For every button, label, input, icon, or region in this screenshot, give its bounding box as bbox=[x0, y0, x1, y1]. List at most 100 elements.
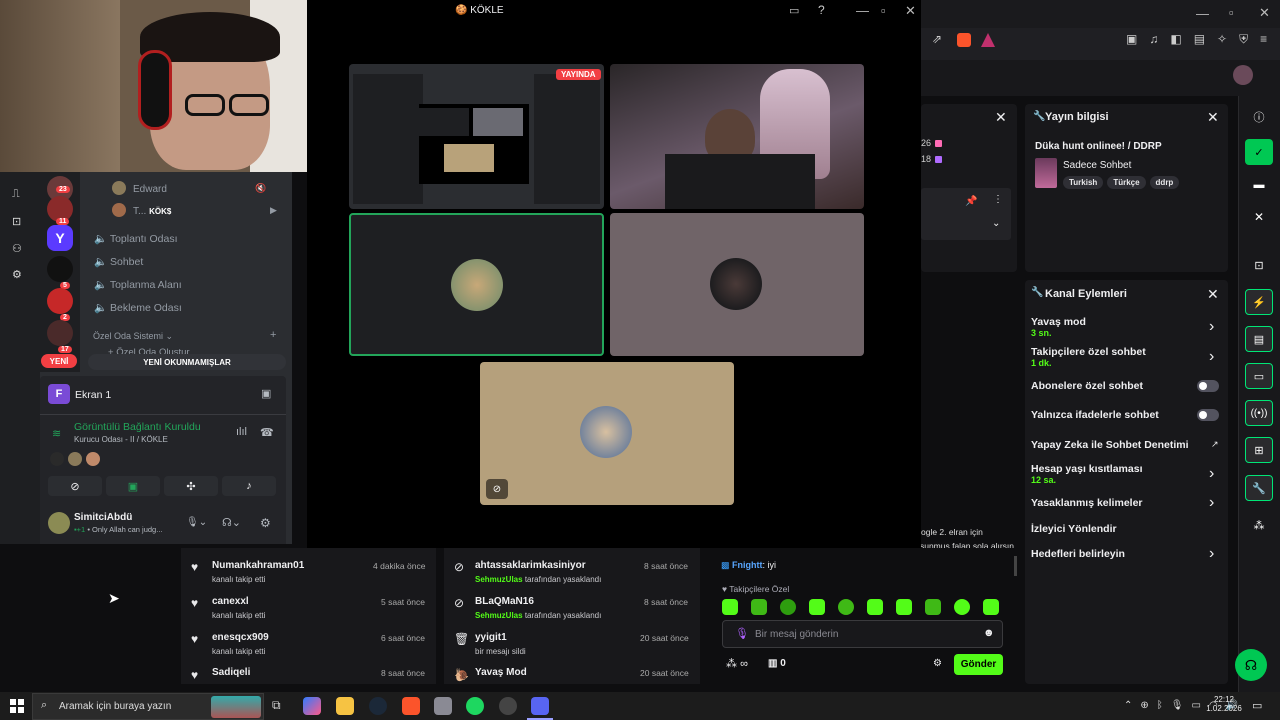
info-icon[interactable]: ⓘ bbox=[1245, 104, 1273, 130]
send-button[interactable]: Gönder bbox=[954, 654, 1003, 675]
subs-only-toggle[interactable] bbox=[1197, 380, 1219, 392]
windows-start-icon[interactable] bbox=[10, 699, 24, 713]
share-icon[interactable]: ⇗ bbox=[932, 32, 948, 48]
discord-icon[interactable] bbox=[531, 697, 549, 715]
gear-icon[interactable]: ⚙ bbox=[933, 658, 942, 669]
voice-channel[interactable]: 🔈 Bekleme Odası bbox=[94, 301, 274, 324]
screen-share-icon[interactable]: ▣ bbox=[261, 387, 271, 400]
emote-icon[interactable] bbox=[780, 599, 796, 615]
video-tile[interactable] bbox=[610, 213, 864, 356]
brave-icon[interactable] bbox=[402, 697, 420, 715]
settings-icon[interactable]: ⚙ bbox=[12, 268, 22, 281]
followers-only-row[interactable]: Takipçilere özel sohbet 1 dk. › bbox=[1031, 346, 1221, 372]
chat-input[interactable]: 🎙 Bir mesaj gönderin ☻ bbox=[722, 620, 1003, 648]
video-tile-speaking[interactable] bbox=[349, 213, 604, 356]
list-item[interactable]: 🐌 Yavaş Mod 20 saat önce bbox=[444, 664, 700, 684]
voice-user-entry[interactable]: T... KÖK$ bbox=[133, 206, 171, 217]
list-item[interactable]: ♥ Numankahraman01 kanalı takip etti 4 da… bbox=[181, 556, 436, 586]
notification-icon[interactable]: ▭ bbox=[1252, 699, 1262, 712]
sitemap-icon[interactable]: ⊞ bbox=[1245, 437, 1273, 463]
mic-icon[interactable]: 🎙⌄ bbox=[186, 517, 207, 528]
list-item[interactable]: ♥ enesqcx909 kanalı takip etti 6 saat ön… bbox=[181, 628, 436, 658]
list-item[interactable]: 🗑 yyigit1 bir mesajı sildi 20 saat önce bbox=[444, 628, 700, 658]
brave-shield-icon[interactable] bbox=[957, 33, 971, 47]
emote-icon[interactable] bbox=[809, 599, 825, 615]
tag[interactable]: Türkçe bbox=[1107, 176, 1146, 189]
emote-icon[interactable] bbox=[896, 599, 912, 615]
headphones-icon[interactable]: ☊⌄ bbox=[222, 516, 241, 529]
voice-channel[interactable]: 🔈 Sohbet bbox=[94, 255, 274, 278]
obs-icon[interactable] bbox=[499, 697, 517, 715]
maximize-button[interactable]: ▫ bbox=[1229, 5, 1234, 20]
voice-channel-name[interactable]: Kurucu Odası - II / KÖKLE bbox=[74, 435, 168, 444]
chat-username[interactable]: Fnightt bbox=[732, 560, 763, 570]
banned-words-row[interactable]: Yasaklanmış kelimeler › bbox=[1031, 494, 1221, 513]
soundboard-button[interactable]: ♪ bbox=[222, 476, 276, 496]
dots-icon[interactable]: ⁂ bbox=[1245, 512, 1273, 538]
video-tile[interactable] bbox=[610, 64, 864, 209]
file-explorer-icon[interactable] bbox=[336, 697, 354, 715]
mic-icon[interactable]: 🎙 bbox=[735, 627, 749, 640]
wallet-icon[interactable]: ▤ bbox=[1194, 32, 1205, 47]
tag[interactable]: Turkish bbox=[1063, 176, 1104, 189]
slow-mode-row[interactable]: Yavaş mod 3 sn. › bbox=[1031, 316, 1221, 342]
menu-icon[interactable]: ≡ bbox=[1260, 32, 1267, 47]
network-icon[interactable]: ⊕ bbox=[1140, 700, 1148, 711]
emote-icon[interactable] bbox=[983, 599, 999, 615]
mic-icon[interactable]: 🎙 bbox=[1171, 700, 1184, 711]
screen-share-button[interactable]: ▣ bbox=[106, 476, 160, 496]
emotes-only-toggle[interactable] bbox=[1197, 409, 1219, 421]
clipboard-icon[interactable]: ▤ bbox=[1245, 326, 1273, 352]
chevron-up-icon[interactable]: ⌃ bbox=[1124, 700, 1132, 711]
close-button[interactable]: ✕ bbox=[905, 3, 916, 19]
gear-icon[interactable]: ⚙ bbox=[260, 516, 271, 530]
task-view-icon[interactable]: ⧉ bbox=[272, 698, 281, 713]
voice-user-name[interactable]: Edward bbox=[133, 184, 167, 195]
emote-icon[interactable] bbox=[954, 599, 970, 615]
voice-channel[interactable]: 🔈 Toplanma Alanı bbox=[94, 278, 274, 301]
store-indicator[interactable]: ▥ 0 bbox=[768, 658, 786, 669]
account-age-row[interactable]: Hesap yaşı kısıtlaması 12 sa. › bbox=[1031, 463, 1221, 489]
tag[interactable]: ddrp bbox=[1149, 176, 1180, 189]
focus-icon[interactable]: ⊡ bbox=[12, 215, 21, 228]
disconnect-icon[interactable]: ☎ bbox=[260, 426, 274, 439]
emote-icon[interactable] bbox=[751, 599, 767, 615]
ai-moderation-row[interactable]: Yapay Zeka ile Sohbet Denetimi ↗ bbox=[1031, 439, 1221, 455]
pin-icon[interactable]: 📌 bbox=[965, 196, 977, 207]
app-icon[interactable] bbox=[434, 697, 452, 715]
layout-icon[interactable]: ▬ bbox=[1245, 172, 1273, 198]
emoji-icon[interactable]: ☻ bbox=[983, 627, 995, 639]
list-item[interactable]: ♥ Sadiqeli 8 saat önce bbox=[181, 664, 436, 684]
activities-button[interactable]: ✣ bbox=[164, 476, 218, 496]
emote-icon[interactable] bbox=[722, 599, 738, 615]
wrench-icon[interactable]: 🔧 bbox=[1245, 475, 1273, 501]
check-icon[interactable]: ✓ bbox=[1245, 139, 1273, 165]
new-unreads-button[interactable]: YENİ OKUNMAMIŞLAR bbox=[88, 354, 286, 370]
screen-share-tile[interactable]: YAYINDA bbox=[349, 64, 604, 209]
friends-icon[interactable]: ⚇ bbox=[12, 242, 22, 255]
avatar[interactable] bbox=[50, 452, 64, 466]
maximize-button[interactable]: ▫ bbox=[881, 3, 886, 18]
clock[interactable]: 22:12 1.02.2026 bbox=[1206, 695, 1242, 713]
list-item[interactable]: ⊘ ahtassaklarimkasiniyor SehmuzUlas tara… bbox=[444, 556, 700, 586]
channel-category[interactable]: Özel Oda Sistemi ⌄ bbox=[93, 331, 173, 342]
close-icon[interactable]: ✕ bbox=[1245, 204, 1273, 230]
redirect-row[interactable]: İzleyici Yönlendir bbox=[1031, 523, 1221, 539]
emote-icon[interactable] bbox=[867, 599, 883, 615]
goals-row[interactable]: Hedefleri belirleyin › bbox=[1031, 545, 1221, 564]
avatar[interactable] bbox=[86, 452, 100, 466]
focus-icon[interactable]: ⊡ bbox=[1245, 252, 1273, 278]
avatar[interactable] bbox=[1233, 65, 1253, 85]
close-button[interactable]: ✕ bbox=[1259, 5, 1270, 21]
close-icon[interactable]: ✕ bbox=[995, 109, 1007, 126]
taskbar-search[interactable]: ⌕ Aramak için buraya yazın bbox=[32, 693, 264, 720]
steam-icon[interactable] bbox=[369, 697, 387, 715]
list-item[interactable]: ♥ canexxl kanalı takip etti 5 saat önce bbox=[181, 592, 436, 622]
battery-icon[interactable]: ▭ bbox=[1191, 700, 1200, 711]
chat-icon[interactable]: ▭ bbox=[1245, 363, 1273, 389]
avatar[interactable] bbox=[68, 452, 82, 466]
emote-icon[interactable] bbox=[925, 599, 941, 615]
sidebar-icon[interactable]: ◧ bbox=[1170, 32, 1181, 47]
emote-icon[interactable] bbox=[838, 599, 854, 615]
leo-icon[interactable]: ✧ bbox=[1217, 32, 1227, 47]
